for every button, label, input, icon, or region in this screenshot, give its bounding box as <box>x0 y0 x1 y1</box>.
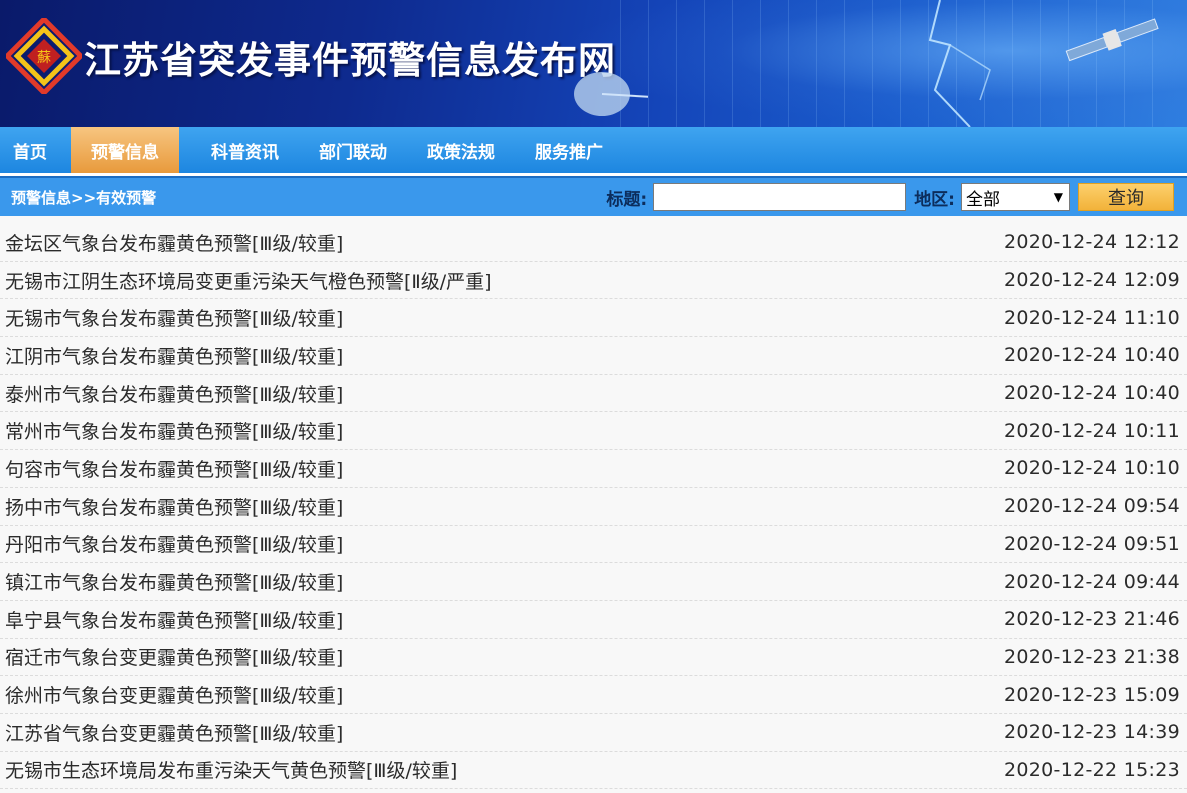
warning-time: 2020-12-24 10:40 <box>1003 344 1180 367</box>
warning-time: 2020-12-23 21:46 <box>1003 608 1180 631</box>
warning-title[interactable]: 徐州市气象台变更霾黄色预警[Ⅲ级/较重] <box>5 681 343 708</box>
su-logo-icon[interactable]: 蘇 <box>6 18 82 94</box>
warning-title[interactable]: 金坛区气象台发布霾黄色预警[Ⅲ级/较重] <box>5 229 343 256</box>
warning-title[interactable]: 江苏省气象台变更霾黄色预警[Ⅲ级/较重] <box>5 719 343 746</box>
nav-item-home[interactable]: 首页 <box>0 127 60 173</box>
warning-list: 金坛区气象台发布霾黄色预警[Ⅲ级/较重] 2020-12-24 12:12 无锡市… <box>0 216 1187 790</box>
warning-title[interactable]: 无锡市江阴生态环境局变更重污染天气橙色预警[Ⅱ级/严重] <box>5 267 492 294</box>
warning-time: 2020-12-24 12:09 <box>1003 269 1180 292</box>
warning-time: 2020-12-24 09:44 <box>1003 570 1180 593</box>
query-button[interactable]: 查询 <box>1078 183 1174 211</box>
list-item[interactable]: 金坛区气象台发布霾黄色预警[Ⅲ级/较重] 2020-12-24 12:12 <box>0 224 1187 262</box>
list-item[interactable]: 泰州市气象台发布霾黄色预警[Ⅲ级/较重] 2020-12-24 10:40 <box>0 375 1187 413</box>
warning-title[interactable]: 扬中市气象台发布霾黄色预警[Ⅲ级/较重] <box>5 493 343 520</box>
region-label: 地区: <box>914 189 955 210</box>
nav-item-science-news[interactable]: 科普资讯 <box>198 127 292 173</box>
list-item[interactable]: 江阴市气象台发布霾黄色预警[Ⅲ级/较重] 2020-12-24 10:40 <box>0 337 1187 375</box>
nav-item-policies[interactable]: 政策法规 <box>414 127 508 173</box>
list-item[interactable]: 常州市气象台发布霾黄色预警[Ⅲ级/较重] 2020-12-24 10:11 <box>0 412 1187 451</box>
warning-title[interactable]: 无锡市生态环境局发布重污染天气黄色预警[Ⅲ级/较重] <box>5 756 457 783</box>
warning-time: 2020-12-24 10:10 <box>1003 457 1180 480</box>
warning-title[interactable]: 镇江市气象台发布霾黄色预警[Ⅲ级/较重] <box>5 568 343 595</box>
title-label: 标题: <box>606 189 648 210</box>
list-item[interactable]: 扬中市气象台发布霾黄色预警[Ⅲ级/较重] 2020-12-24 09:54 <box>0 488 1187 526</box>
list-item[interactable]: 句容市气象台发布霾黄色预警[Ⅲ级/较重] 2020-12-24 10:10 <box>0 450 1187 488</box>
nav-item-warning-info[interactable]: 预警信息 <box>71 127 179 173</box>
warning-title[interactable]: 江阴市气象台发布霾黄色预警[Ⅲ级/较重] <box>5 342 343 369</box>
warning-time: 2020-12-24 11:10 <box>1003 306 1180 329</box>
warning-title[interactable]: 泰州市气象台发布霾黄色预警[Ⅲ级/较重] <box>5 380 343 407</box>
chevron-down-icon: ▼ <box>1053 190 1063 204</box>
warning-time: 2020-12-23 14:39 <box>1003 721 1180 744</box>
warning-title[interactable]: 阜宁县气象台发布霾黄色预警[Ⅲ级/较重] <box>5 606 343 633</box>
svg-text:蘇: 蘇 <box>37 50 51 66</box>
list-item[interactable]: 阜宁县气象台发布霾黄色预警[Ⅲ级/较重] 2020-12-23 21:46 <box>0 601 1187 639</box>
warning-time: 2020-12-24 10:11 <box>1003 419 1180 442</box>
nav-item-department-linkage[interactable]: 部门联动 <box>306 127 400 173</box>
title-search-input[interactable] <box>653 183 907 211</box>
warning-time: 2020-12-23 21:38 <box>1003 645 1180 668</box>
region-select[interactable]: 全部 ▼ <box>961 183 1070 211</box>
site-title: 江苏省突发事件预警信息发布网 <box>84 39 616 82</box>
satellite-icon <box>1065 18 1159 62</box>
region-selected-value: 全部 <box>966 189 1000 210</box>
list-item[interactable]: 宿迁市气象台变更霾黄色预警[Ⅲ级/较重] 2020-12-23 21:38 <box>0 639 1187 677</box>
satellite-dish-icon <box>574 72 648 116</box>
warning-time: 2020-12-23 15:09 <box>1003 683 1180 706</box>
list-item[interactable]: 无锡市气象台发布霾黄色预警[Ⅲ级/较重] 2020-12-24 11:10 <box>0 299 1187 338</box>
lightning-icon <box>928 0 991 127</box>
header-banner: 蘇 江苏省突发事件预警信息发布网 <box>0 0 1187 127</box>
warning-time: 2020-12-24 09:51 <box>1003 532 1180 555</box>
list-item[interactable]: 江苏省气象台变更霾黄色预警[Ⅲ级/较重] 2020-12-23 14:39 <box>0 714 1187 752</box>
list-item[interactable]: 徐州市气象台变更霾黄色预警[Ⅲ级/较重] 2020-12-23 15:09 <box>0 676 1187 714</box>
warning-title[interactable]: 无锡市气象台发布霾黄色预警[Ⅲ级/较重] <box>5 304 343 331</box>
warning-time: 2020-12-24 09:54 <box>1003 495 1180 518</box>
list-item[interactable]: 无锡市生态环境局发布重污染天气黄色预警[Ⅲ级/较重] 2020-12-22 15:… <box>0 752 1187 790</box>
warning-title[interactable]: 丹阳市气象台发布霾黄色预警[Ⅲ级/较重] <box>5 530 343 557</box>
filter-bar: 预警信息>>有效预警 标题: 地区: 全部 ▼ 查询 <box>0 176 1187 216</box>
breadcrumb: 预警信息>>有效预警 <box>11 188 157 207</box>
list-item[interactable]: 无锡市江阴生态环境局变更重污染天气橙色预警[Ⅱ级/严重] 2020-12-24 1… <box>0 262 1187 300</box>
warning-time: 2020-12-24 10:40 <box>1003 382 1180 405</box>
warning-title[interactable]: 句容市气象台发布霾黄色预警[Ⅲ级/较重] <box>5 455 343 482</box>
main-nav: 首页 预警信息 科普资讯 部门联动 政策法规 服务推广 <box>0 127 1187 176</box>
warning-title[interactable]: 宿迁市气象台变更霾黄色预警[Ⅲ级/较重] <box>5 643 343 670</box>
list-item[interactable]: 丹阳市气象台发布霾黄色预警[Ⅲ级/较重] 2020-12-24 09:51 <box>0 526 1187 564</box>
list-item[interactable]: 镇江市气象台发布霾黄色预警[Ⅲ级/较重] 2020-12-24 09:44 <box>0 563 1187 601</box>
warning-time: 2020-12-22 15:23 <box>1003 758 1180 781</box>
warning-time: 2020-12-24 12:12 <box>1003 231 1180 254</box>
nav-item-service-promotion[interactable]: 服务推广 <box>522 127 616 173</box>
warning-title[interactable]: 常州市气象台发布霾黄色预警[Ⅲ级/较重] <box>5 417 343 444</box>
